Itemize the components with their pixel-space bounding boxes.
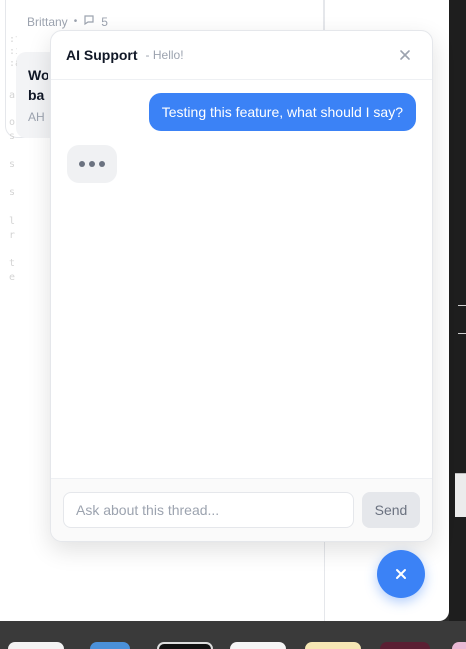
editor-text-fragment: :t [9,34,17,45]
editor-rule [458,333,466,334]
dock-app-icon[interactable] [8,642,64,649]
chat-toggle-button[interactable] [377,550,425,598]
typing-dot [79,161,85,167]
dock-app-icon[interactable] [380,642,430,649]
editor-text-fragment: t [9,258,16,269]
screen: Brittany • 5 Wo ba AH :t :i :a a o s s s… [0,0,466,649]
typing-indicator [67,145,117,183]
close-icon[interactable] [396,46,414,64]
dock [0,621,466,649]
comment-count: 5 [101,14,108,29]
chat-subtitle: - Hello! [145,48,184,62]
editor-text-fragment: :a [9,58,17,69]
close-icon [396,569,406,579]
chat-header: AI Support - Hello! [51,31,432,80]
dock-app-icon[interactable] [452,642,466,649]
chat-title: AI Support [66,47,138,63]
dock-app-icon[interactable] [305,642,361,649]
background-editor-window [449,0,466,649]
editor-text-fragment: l [9,216,16,227]
thread-meta: Brittany • 5 [27,14,108,29]
editor-text-fragment: a [9,90,16,101]
editor-text-fragment: s [9,159,16,170]
editor-text-fragment: r [9,230,16,241]
dock-app-icon[interactable] [157,642,213,649]
thread-card-title: Wo ba [28,67,48,103]
thread-author: Brittany [27,14,68,29]
typing-dot [89,161,95,167]
background-input [455,473,466,517]
user-message: Testing this feature, what should I say? [148,93,416,131]
editor-text-fragment: s [9,187,16,198]
editor-text-fragment: :i [9,46,17,57]
typing-dot [99,161,105,167]
message-input[interactable] [63,492,354,528]
chat-panel: AI Support - Hello! Testing this feature… [50,30,433,542]
send-button[interactable]: Send [362,492,420,528]
editor-text-fragment: e [9,272,16,283]
editor-text-fragment: s [9,131,16,142]
dock-app-icon[interactable] [230,642,286,649]
thread-card-author: AH [28,110,45,124]
comment-icon [83,14,95,29]
chat-footer: Send [51,478,432,541]
dock-app-icon[interactable] [90,642,130,649]
editor-text-fragment: o [9,117,16,128]
editor-rule [458,305,466,306]
meta-separator: • [73,16,78,27]
